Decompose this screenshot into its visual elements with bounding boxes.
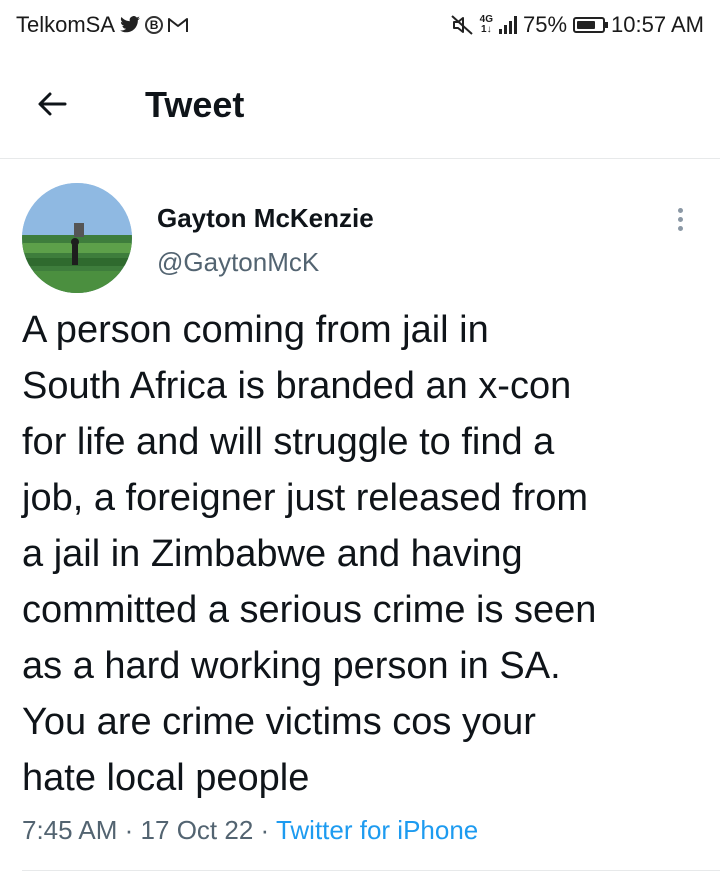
top-app-bar: Tweet — [0, 52, 720, 159]
twitter-icon — [119, 16, 141, 34]
more-options-button[interactable] — [666, 201, 694, 237]
tweet-text-line: committed a serious crime is seen — [22, 589, 597, 631]
tweet-text-line: job, a foreigner just released from — [22, 477, 589, 519]
tweet-time: 7:45 AM — [22, 815, 118, 845]
carrier-label: TelkomSA — [16, 12, 116, 37]
tweet-source-link[interactable]: Twitter for iPhone — [276, 815, 478, 845]
signal-icon — [499, 16, 517, 34]
tweet-text: A person coming from jail in South Afric… — [22, 302, 707, 806]
tweet-text-line: You are crime victims cos your — [22, 701, 536, 743]
tweet-text-line: as a hard working person in SA. — [22, 645, 561, 687]
tweet-text-line: a jail in Zimbabwe and having — [22, 533, 523, 575]
tweet-text-line: for life and will struggle to find a — [22, 421, 555, 463]
tweet-text-line: hate local people — [22, 757, 310, 799]
page-title: Tweet — [145, 84, 245, 125]
battery-percent: 75% — [523, 12, 568, 37]
b-badge-icon: B — [145, 16, 164, 34]
tweet-metadata: 7:45 AM · 17 Oct 22 · Twitter for iPhone — [22, 815, 478, 846]
meta-separator: · — [260, 815, 270, 845]
divider — [22, 870, 720, 871]
clock: 10:57 AM — [611, 12, 704, 37]
meta-separator: · — [124, 815, 134, 845]
tweet-date: 17 Oct 22 — [140, 815, 254, 845]
network-type-icon: 4G 1↓ — [480, 15, 493, 35]
battery-icon — [573, 17, 609, 33]
mute-icon — [450, 14, 474, 36]
more-options-icon-dot — [677, 216, 683, 222]
back-button[interactable] — [30, 82, 74, 126]
tweet-text-line: A person coming from jail in — [22, 309, 489, 351]
network-activity-label: 1↓ — [481, 24, 492, 35]
author-name[interactable]: Gayton McKenzie — [157, 203, 374, 234]
b-badge-letter: B — [149, 18, 159, 32]
tweet-text-line: South Africa is branded an x-con — [22, 365, 572, 407]
avatar[interactable] — [22, 183, 132, 293]
author-handle[interactable]: @GaytonMcK — [157, 247, 319, 278]
more-options-icon-dot — [677, 207, 683, 213]
more-options-icon-dot — [677, 225, 683, 231]
gmail-icon — [167, 16, 189, 34]
status-bar: TelkomSA B 4G 1↓ 75% 10:57 AM — [0, 0, 720, 52]
back-arrow-icon — [38, 92, 67, 116]
